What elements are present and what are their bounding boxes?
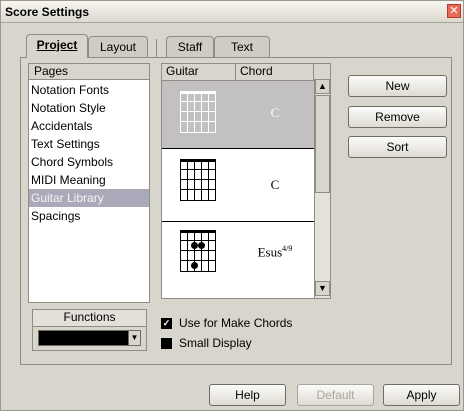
guitar-library-table[interactable]: Guitar Chord C C Esus4/9 [161, 63, 331, 299]
page-item-midi-meaning[interactable]: MIDI Meaning [29, 171, 149, 189]
remove-button[interactable]: Remove [348, 106, 447, 128]
table-row[interactable]: C [162, 149, 314, 221]
help-button[interactable]: Help [209, 384, 286, 406]
sort-button[interactable]: Sort [348, 136, 447, 158]
small-display-label[interactable]: Small Display [179, 336, 252, 350]
chord-diagram [180, 91, 216, 133]
page-item-chord-symbols[interactable]: Chord Symbols [29, 153, 149, 171]
score-settings-dialog: Score Settings ✕ Project Layout Staff Te… [0, 0, 464, 411]
tab-layout[interactable]: Layout [88, 36, 148, 58]
use-for-make-chords-label[interactable]: Use for Make Chords [179, 316, 292, 330]
finger-dot [191, 262, 198, 269]
functions-box: Functions ▼ [32, 309, 147, 351]
functions-select[interactable]: ▼ [38, 330, 141, 346]
chord-name: Esus4/9 [257, 244, 293, 260]
chord-diagram [180, 159, 216, 201]
functions-label: Functions [33, 310, 146, 327]
use-for-make-chords-checkbox[interactable]: ✓ [161, 318, 172, 329]
title-bar[interactable]: Score Settings ✕ [1, 1, 463, 23]
column-header-chord[interactable]: Chord [236, 64, 314, 80]
page-item-notation-fonts[interactable]: Notation Fonts [29, 81, 149, 99]
pages-header: Pages [29, 64, 149, 80]
finger-dot [191, 242, 198, 249]
window-title: Score Settings [5, 5, 90, 19]
small-display-checkbox[interactable] [161, 338, 172, 349]
finger-dot [198, 242, 205, 249]
chevron-down-icon[interactable]: ▼ [128, 331, 140, 345]
new-button[interactable]: New [348, 75, 447, 97]
tab-text[interactable]: Text [214, 36, 270, 58]
page-item-spacings[interactable]: Spacings [29, 207, 149, 225]
scrollbar-thumb[interactable] [315, 95, 330, 193]
table-row[interactable]: C [162, 81, 314, 148]
vertical-scrollbar[interactable]: ▲ ▼ [314, 79, 330, 298]
chord-name: C [270, 105, 280, 120]
chord-diagram [180, 230, 216, 272]
row-divider [162, 298, 314, 299]
close-icon[interactable]: ✕ [447, 4, 461, 18]
pages-list[interactable]: Pages Notation Fonts Notation Style Acci… [28, 63, 150, 303]
tab-project[interactable]: Project [26, 34, 88, 58]
default-button[interactable]: Default [297, 384, 374, 406]
column-header-guitar[interactable]: Guitar [162, 64, 236, 80]
chord-name: C [270, 177, 280, 192]
table-header: Guitar Chord [162, 64, 330, 81]
scroll-up-icon[interactable]: ▲ [315, 79, 330, 94]
page-item-guitar-library[interactable]: Guitar Library [29, 189, 149, 207]
tab-group-divider [156, 39, 157, 57]
page-item-accidentals[interactable]: Accidentals [29, 117, 149, 135]
table-row[interactable]: Esus4/9 [162, 222, 314, 298]
scroll-down-icon[interactable]: ▼ [315, 281, 330, 296]
page-item-notation-style[interactable]: Notation Style [29, 99, 149, 117]
apply-button[interactable]: Apply [383, 384, 460, 406]
page-item-text-settings[interactable]: Text Settings [29, 135, 149, 153]
tab-staff[interactable]: Staff [166, 36, 214, 58]
